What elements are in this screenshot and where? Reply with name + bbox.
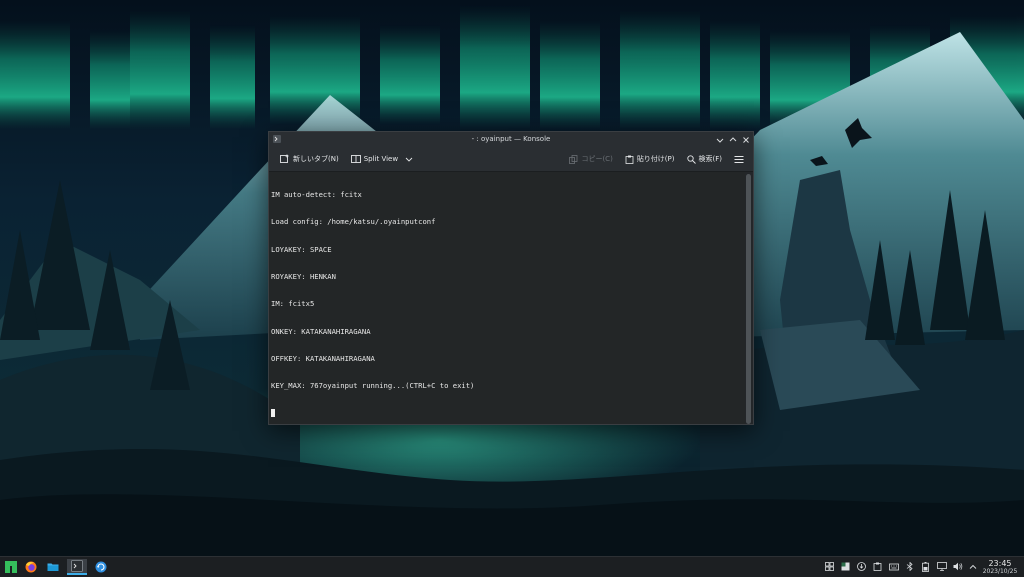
terminal-line: IM auto-detect: fcitx [271, 190, 362, 200]
terminal-line: Load config: /home/katsu/.oyainputconf [271, 217, 436, 227]
application-launcher-icon [5, 561, 17, 573]
chevron-down-icon [716, 138, 723, 143]
hamburger-menu-icon [734, 155, 744, 163]
display-tray-button[interactable] [936, 561, 947, 572]
konsole-toolbar: 新しいタブ(N) Split View コピー(C) 貼り付け(P) 検索(F) [269, 147, 753, 172]
paste-label: 貼り付け(P) [636, 155, 675, 163]
konsole-task-button[interactable] [67, 559, 87, 575]
battery-icon [922, 561, 929, 572]
copy-label: コピー(C) [581, 155, 613, 163]
terminal-line: ONKEY: KATAKANAHIRAGANA [271, 326, 371, 336]
keyboard-icon [888, 563, 899, 571]
search-icon [686, 154, 696, 164]
keyboard-tray-button[interactable] [888, 561, 899, 572]
paste-icon [625, 155, 634, 164]
clipboard-icon [841, 562, 850, 571]
clock-time: 23:45 [988, 559, 1012, 568]
update-manager-button[interactable] [93, 559, 109, 575]
chevron-up-icon [729, 136, 736, 141]
terminal-line: LOYAKEY: SPACE [271, 244, 332, 254]
window-list-button[interactable] [824, 561, 835, 572]
clipboard-tray-button[interactable] [840, 561, 851, 572]
new-tab-button[interactable]: 新しいタブ(N) [277, 150, 342, 168]
konsole-app-icon[interactable] [273, 135, 281, 143]
battery-tray-button[interactable] [920, 561, 931, 572]
copy-icon [569, 154, 578, 164]
firefox-icon [25, 561, 37, 573]
chevron-down-icon [405, 157, 413, 162]
terminal-line: ROYAKEY: HENKAN [271, 272, 336, 282]
split-view-label: Split View [363, 155, 399, 163]
terminal-line: OFFKEY: KATAKANAHIRAGANA [271, 353, 375, 363]
update-manager-icon [95, 561, 107, 573]
new-tab-icon [280, 154, 289, 163]
find-button[interactable]: 検索(F) [684, 150, 726, 168]
application-launcher-button[interactable] [3, 559, 19, 575]
tray-expand-button[interactable] [967, 561, 978, 572]
split-view-icon [350, 155, 361, 163]
digital-clock[interactable]: 23:45 2023/10/25 [980, 559, 1020, 575]
window-title: - : oyainput — Konsole [471, 135, 551, 143]
terminal-scrollbar[interactable] [746, 174, 751, 424]
bluetooth-icon [906, 562, 913, 571]
close-button[interactable] [740, 132, 751, 147]
split-view-button[interactable]: Split View [348, 150, 416, 168]
taskbar: 23:45 2023/10/25 [0, 556, 1024, 577]
display-icon [936, 562, 947, 571]
chevron-up-icon [969, 564, 976, 569]
terminal-line: KEY_MAX: 767oyainput running...(CTRL+C t… [271, 381, 475, 391]
hamburger-menu-button[interactable] [731, 150, 747, 168]
close-icon [742, 136, 749, 143]
terminal-output[interactable]: IM auto-detect: fcitx Load config: /home… [269, 172, 745, 424]
package-icon [873, 562, 882, 571]
package-tray-button[interactable] [872, 561, 883, 572]
volume-icon [953, 562, 962, 571]
find-label: 検索(F) [698, 155, 723, 163]
clock-date: 2023/10/25 [982, 568, 1018, 575]
volume-tray-button[interactable] [952, 561, 963, 572]
update-tray-button[interactable] [856, 561, 867, 572]
file-manager-button[interactable] [45, 559, 61, 575]
bluetooth-tray-button[interactable] [904, 561, 915, 572]
file-manager-icon [47, 563, 59, 571]
firefox-button[interactable] [23, 559, 39, 575]
scrollbar-thumb[interactable] [746, 174, 751, 424]
paste-button[interactable]: 貼り付け(P) [622, 150, 678, 168]
terminal-cursor-line [271, 408, 745, 418]
konsole-window[interactable]: - : oyainput — Konsole 新しいタブ(N) Split Vi… [268, 131, 754, 425]
maximize-button[interactable] [727, 132, 738, 147]
window-titlebar[interactable]: - : oyainput — Konsole [269, 132, 753, 147]
terminal-line: IM: fcitx5 [271, 299, 315, 309]
window-list-icon [825, 562, 834, 571]
minimize-button[interactable] [714, 132, 725, 147]
copy-button[interactable]: コピー(C) [566, 150, 615, 168]
new-tab-label: 新しいタブ(N) [293, 155, 339, 163]
konsole-icon [71, 560, 83, 572]
update-icon [857, 562, 866, 571]
terminal-cursor [271, 409, 275, 418]
